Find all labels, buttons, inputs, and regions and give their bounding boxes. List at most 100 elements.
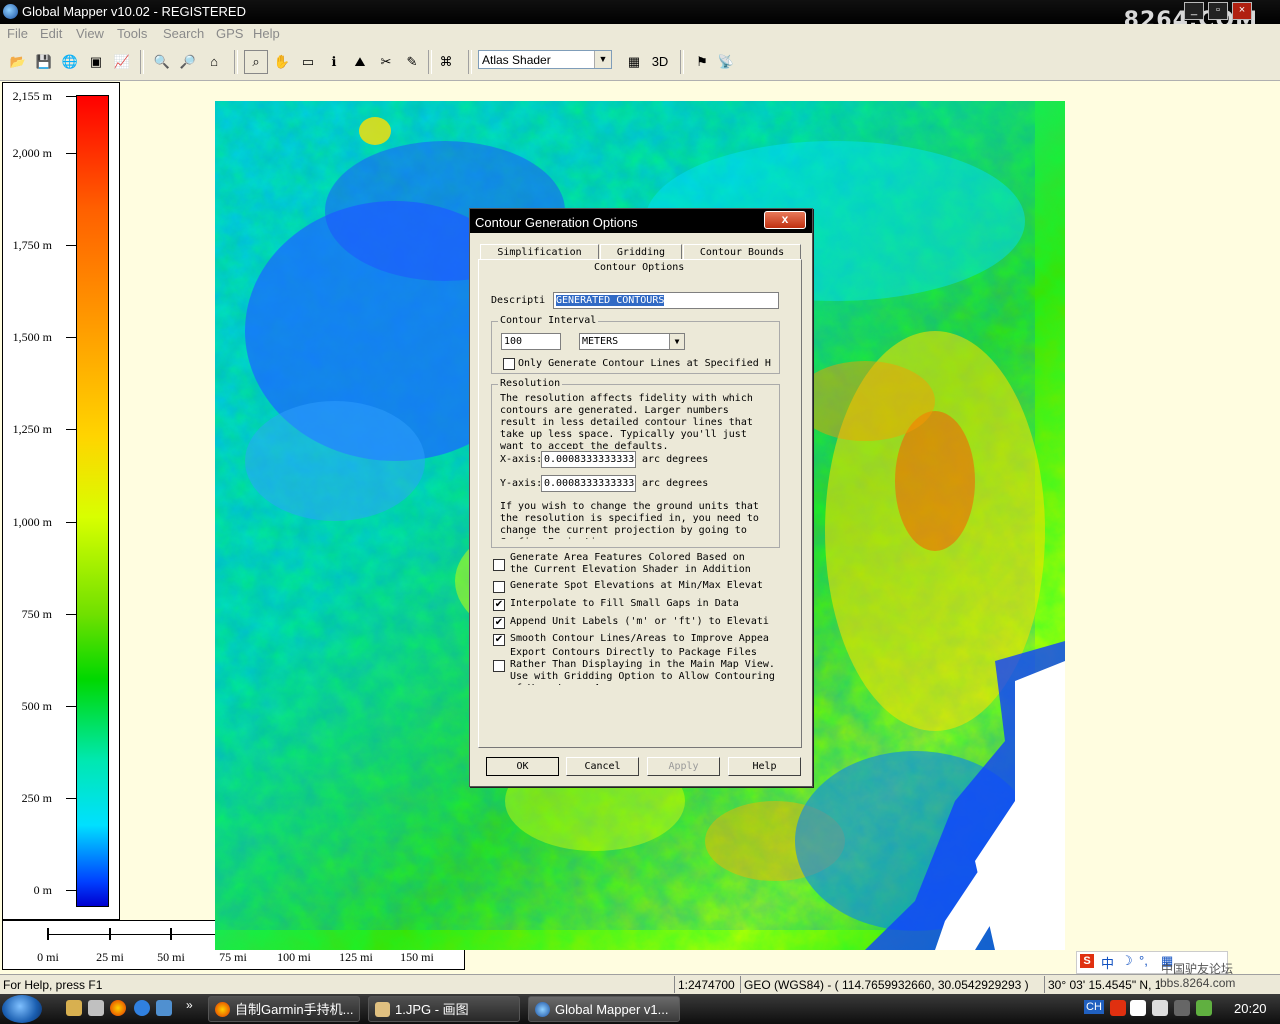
tray-icon[interactable] bbox=[1152, 1000, 1168, 1016]
toolbar-separator bbox=[234, 50, 238, 74]
toolbar: 📂 💾 🌐 ▣ 📈 🔍 🔎 ⌂ ⌕ ✋ ▭ ℹ ⛰ ✂ ✎ ⌘ ▦ 3D ⚑ 📡 bbox=[0, 44, 1280, 81]
tray-icon[interactable] bbox=[1174, 1000, 1190, 1016]
info-icon[interactable]: ℹ bbox=[322, 50, 346, 74]
legend-tick bbox=[66, 890, 76, 891]
status-separator bbox=[674, 976, 675, 993]
shader-select[interactable]: Atlas Shader ▼ bbox=[478, 50, 612, 69]
interpolate-checkbox[interactable]: ✔ bbox=[493, 599, 505, 611]
pan-hand-icon[interactable]: ✋ bbox=[270, 50, 294, 74]
dialog-close-button[interactable]: x bbox=[764, 211, 806, 229]
menu-edit[interactable]: Edit bbox=[40, 26, 62, 41]
area-features-checkbox[interactable] bbox=[493, 559, 505, 571]
clock[interactable]: 20:20 bbox=[1234, 1001, 1267, 1016]
chevron-down-icon[interactable]: ▼ bbox=[594, 51, 611, 68]
ground-units-text: If you wish to change the ground units t… bbox=[500, 501, 759, 539]
binoculars-icon[interactable]: ⌘ bbox=[434, 50, 458, 74]
start-button[interactable] bbox=[2, 995, 42, 1023]
status-bar: For Help, press F1 1:2474700 GEO (WGS84)… bbox=[0, 974, 1280, 995]
chevron-down-icon[interactable]: ▼ bbox=[669, 334, 684, 349]
only-generate-checkbox[interactable] bbox=[503, 358, 515, 370]
y-axis-input[interactable]: 0.0008333333333 bbox=[541, 475, 636, 492]
ime-toolbar[interactable]: S 中 ☽ °, ▦ 中国驴友论坛 bbox=[1076, 951, 1233, 976]
measure-icon[interactable]: ▭ bbox=[296, 50, 320, 74]
smooth-contours-checkbox[interactable]: ✔ bbox=[493, 634, 505, 646]
network-icon[interactable] bbox=[1196, 1000, 1212, 1016]
menu-bar: File Edit View Tools Search GPS Help bbox=[0, 24, 1280, 44]
legend-label: 1,250 m bbox=[12, 422, 52, 436]
help-tray-icon[interactable] bbox=[1130, 1000, 1146, 1016]
taskbar-item-browser[interactable]: 自制Garmin手持机... bbox=[208, 996, 360, 1022]
legend-label: 750 m bbox=[21, 607, 52, 621]
chrome-icon[interactable] bbox=[110, 1000, 126, 1016]
zoom-tool-icon[interactable]: ⌕ bbox=[244, 50, 268, 74]
append-unit-labels-checkbox[interactable]: ✔ bbox=[493, 617, 505, 629]
chinese-mode-icon[interactable]: 中 bbox=[1101, 953, 1114, 972]
append-unit-labels-label: Append Unit Labels ('m' or 'ft') to Elev… bbox=[510, 616, 769, 627]
interval-unit-select[interactable]: METERS ▼ bbox=[579, 333, 685, 350]
help-button[interactable]: Help bbox=[728, 757, 801, 776]
3d-view-icon[interactable]: 3D bbox=[648, 50, 672, 74]
moon-icon[interactable]: ☽ bbox=[1121, 953, 1133, 969]
folder-icon[interactable] bbox=[66, 1000, 82, 1016]
menu-gps[interactable]: GPS bbox=[216, 26, 243, 41]
spot-elevations-label: Generate Spot Elevations at Min/Max Elev… bbox=[510, 580, 763, 591]
legend-tick bbox=[66, 96, 76, 97]
chevron-right-icon[interactable]: » bbox=[186, 998, 193, 1012]
menu-file[interactable]: File bbox=[7, 26, 28, 41]
scale-label: 100 mi bbox=[277, 950, 311, 964]
status-help: For Help, press F1 bbox=[3, 978, 103, 992]
ie-icon[interactable] bbox=[134, 1000, 150, 1016]
chrome-icon bbox=[215, 1002, 230, 1017]
zoom-out-icon[interactable]: 🔎 bbox=[176, 50, 200, 74]
interval-input[interactable]: 100 bbox=[501, 333, 561, 350]
shader-settings-icon[interactable]: ▦ bbox=[622, 50, 646, 74]
maximize-button[interactable]: ▫ bbox=[1208, 2, 1228, 20]
menu-tools[interactable]: Tools bbox=[117, 26, 147, 41]
menu-help[interactable]: Help bbox=[253, 26, 280, 41]
description-field[interactable]: GENERATED CONTOURS bbox=[553, 292, 779, 309]
desktop-icon[interactable] bbox=[88, 1000, 104, 1016]
ok-button[interactable]: OK bbox=[486, 757, 559, 776]
legend-tick bbox=[66, 429, 76, 430]
status-separator bbox=[740, 976, 741, 993]
digitizer-icon[interactable]: ✂ bbox=[374, 50, 398, 74]
tab-gridding[interactable]: Gridding bbox=[600, 244, 682, 260]
language-indicator[interactable]: CH bbox=[1084, 1000, 1104, 1014]
home-icon[interactable]: ⌂ bbox=[202, 50, 226, 74]
taskbar-item-paint[interactable]: 1.JPG - 画图 bbox=[368, 996, 520, 1022]
tab-contour-bounds[interactable]: Contour Bounds bbox=[683, 244, 801, 260]
apply-button[interactable]: Apply bbox=[647, 757, 720, 776]
export-package-checkbox[interactable] bbox=[493, 660, 505, 672]
menu-view[interactable]: View bbox=[76, 26, 104, 41]
zoom-in-icon[interactable]: 🔍 bbox=[150, 50, 174, 74]
x-axis-input[interactable]: 0.0008333333333 bbox=[541, 451, 636, 468]
tab-contour-options[interactable]: Contour Options bbox=[594, 262, 684, 273]
export-icon[interactable]: ▣ bbox=[84, 50, 108, 74]
cancel-button[interactable]: Cancel bbox=[566, 757, 639, 776]
menu-search[interactable]: Search bbox=[163, 26, 204, 41]
app-icon[interactable] bbox=[3, 4, 18, 19]
taskbar-item-global-mapper[interactable]: Global Mapper v1... bbox=[528, 996, 680, 1022]
spot-elevations-checkbox[interactable] bbox=[493, 581, 505, 593]
tab-simplification[interactable]: Simplification bbox=[480, 244, 599, 260]
globe-icon[interactable]: 🌐 bbox=[58, 50, 82, 74]
gps-icon[interactable]: 📡 bbox=[714, 50, 738, 74]
close-button[interactable]: × bbox=[1232, 2, 1252, 20]
open-folder-icon[interactable]: 📂 bbox=[6, 50, 30, 74]
path-profile-icon[interactable]: ⛰ bbox=[348, 50, 372, 74]
draw-icon[interactable]: ✎ bbox=[400, 50, 424, 74]
elevation-color-bar bbox=[76, 95, 109, 907]
flag-icon[interactable]: ⚑ bbox=[690, 50, 714, 74]
dialog-title-bar[interactable]: Contour Generation Options x bbox=[470, 209, 812, 233]
chart-icon[interactable]: 📈 bbox=[110, 50, 134, 74]
legend-label: 0 m bbox=[33, 883, 52, 897]
legend-label: 1,500 m bbox=[12, 330, 52, 344]
smooth-contours-label: Smooth Contour Lines/Areas to Improve Ap… bbox=[510, 633, 769, 644]
app-icon[interactable] bbox=[156, 1000, 172, 1016]
status-separator bbox=[1044, 976, 1045, 993]
sogou-icon[interactable]: S bbox=[1080, 954, 1094, 968]
minimize-button[interactable]: _ bbox=[1184, 2, 1204, 20]
punctuation-icon[interactable]: °, bbox=[1139, 953, 1148, 968]
sogou-tray-icon[interactable] bbox=[1110, 1000, 1126, 1016]
save-icon[interactable]: 💾 bbox=[32, 50, 56, 74]
